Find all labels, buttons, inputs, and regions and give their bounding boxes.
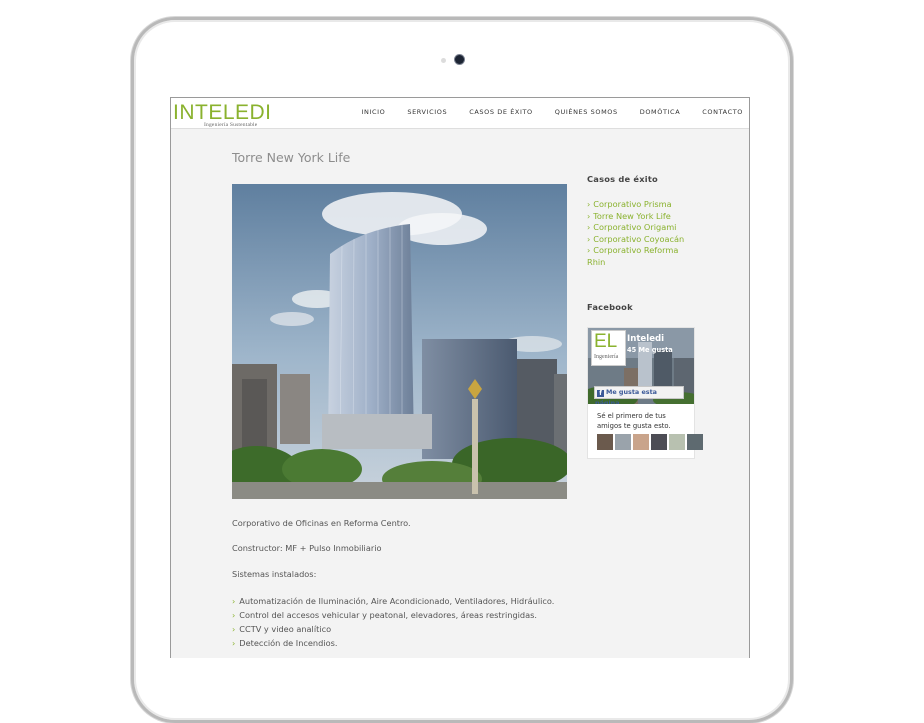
case-link[interactable]: › Corporativo Origami [587,222,699,234]
nav-contacto[interactable]: CONTACTO [702,108,743,116]
facebook-likes-count: 45 Me gusta [627,346,673,354]
main-navigation: INICIO SERVICIOS CASOS DE ÉXITO QUIÉNES … [339,108,743,116]
facebook-friends-text: Sé el primero de tus amigos te gusta est… [597,412,671,430]
avatar[interactable] [597,434,613,450]
project-constructor: Constructor: MF + Pulso Inmobiliario [232,543,382,553]
facebook-heading: Facebook [587,302,633,312]
list-item: › Detección de Incendios. [232,638,338,648]
case-link[interactable]: › Corporativo Prisma [587,199,699,211]
page-title: Torre New York Life [232,150,351,165]
nav-servicios[interactable]: SERVICIOS [407,108,447,116]
facebook-widget[interactable]: EL Ingeniería Inteledi 45 Me gusta f Me g… [587,327,703,459]
facebook-cover-photo: EL Ingeniería Inteledi 45 Me gusta f Me g… [588,328,694,404]
list-item: › CCTV y video analítico [232,624,332,634]
facebook-faces [597,434,703,450]
tablet-sensor [441,58,446,63]
chevron-right-icon: › [232,624,236,634]
site-header: INTELEDI Ingeniería Sustentable INICIO S… [171,98,749,129]
nav-inicio[interactable]: INICIO [361,108,385,116]
chevron-right-icon: › [232,610,236,620]
chevron-right-icon: › [587,222,591,232]
avatar[interactable] [687,434,703,450]
project-description: Corporativo de Oficinas en Reforma Centr… [232,518,411,528]
list-item: › Control del accesos vehicular y peatona… [232,610,538,620]
chevron-right-icon: › [232,638,236,648]
site-logo-tagline: Ingeniería Sustentable [204,122,258,128]
cases-heading: Casos de éxito [587,174,658,184]
systems-label: Sistemas instalados: [232,569,317,579]
tablet-camera [455,55,464,64]
list-item: › Automatización de Iluminación, Aire Aco… [232,596,555,606]
avatar[interactable] [615,434,631,450]
chevron-right-icon: › [587,210,591,221]
chevron-right-icon: › [587,199,591,209]
facebook-like-button[interactable]: f Me gusta esta página [594,386,684,404]
chevron-right-icon: › [587,233,591,244]
nav-quienes-somos[interactable]: QUIÉNES SOMOS [555,108,618,116]
avatar[interactable] [633,434,649,450]
nav-domotica[interactable]: DOMÓTICA [640,108,681,116]
site-logo[interactable]: INTELEDI [173,102,272,123]
website-screen: INTELEDI Ingeniería Sustentable INICIO S… [170,97,750,658]
chevron-right-icon: › [587,245,591,255]
case-link[interactable]: › Corporativo Reforma Rhin [587,245,699,268]
nav-casos-de-exito[interactable]: CASOS DE ÉXITO [469,108,533,116]
facebook-page-avatar[interactable]: EL Ingeniería [591,330,626,366]
avatar[interactable] [669,434,685,450]
case-link[interactable]: › Corporativo Coyoacán [587,234,699,246]
case-link[interactable]: › Torre New York Life [587,211,699,223]
facebook-page-name[interactable]: Inteledi [627,334,664,344]
facebook-icon: f [597,390,604,397]
chevron-right-icon: › [232,596,236,606]
avatar[interactable] [651,434,667,450]
systems-list: › Automatización de Iluminación, Aire Aco… [232,594,554,650]
building-photo [232,184,567,499]
cases-list: › Corporativo Prisma › Torre New York Life… [587,199,699,268]
